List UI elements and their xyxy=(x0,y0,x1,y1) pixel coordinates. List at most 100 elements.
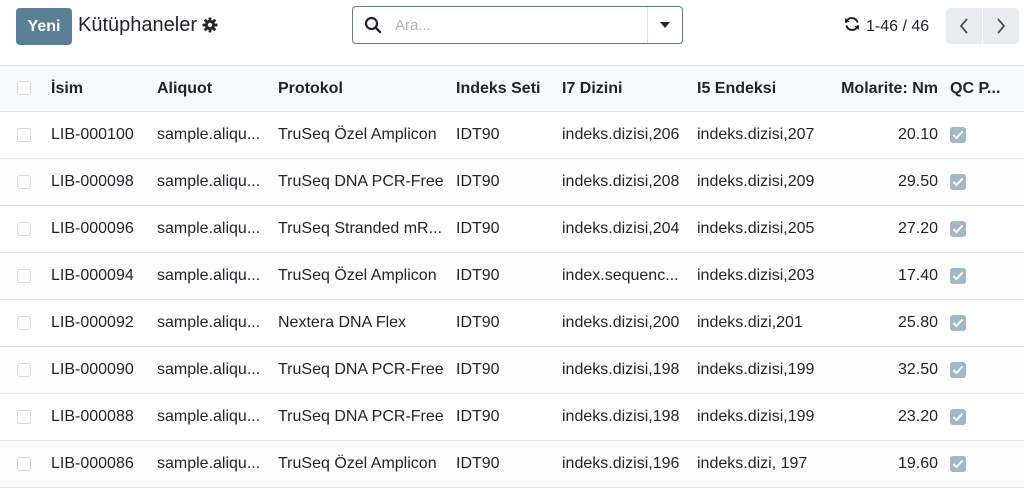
name-cell: LIB-000098 xyxy=(51,173,134,190)
protocol-cell: TruSeq Özel Amplicon xyxy=(278,455,437,472)
row-select-cell xyxy=(0,347,51,394)
aliquot-cell: sample.aliqu... xyxy=(157,314,261,331)
molarity-cell: 17.40 xyxy=(897,267,938,284)
qc-cell xyxy=(950,394,1024,441)
protocol-cell: TruSeq Stranded mR... xyxy=(278,220,442,237)
column-header-protocol[interactable]: Protokol xyxy=(278,66,456,112)
i5-cell: indeks.dizisi,207 xyxy=(697,126,815,143)
table-row[interactable]: LIB-000098 sample.aliqu... TruSeq DNA PCR-… xyxy=(0,158,1024,206)
i7-cell: indeks.dizisi,204 xyxy=(562,220,680,237)
molarity-cell: 27.20 xyxy=(897,220,938,237)
chevron-right-icon xyxy=(997,18,1006,34)
i5-cell: indeks.dizi,201 xyxy=(697,314,803,331)
row-checkbox[interactable] xyxy=(17,409,31,424)
chevron-left-icon xyxy=(959,18,968,34)
column-header-molarity[interactable]: Molarite: Nm xyxy=(829,66,950,112)
qc-checked-icon xyxy=(950,126,966,143)
i7-cell: indeks.dizisi,206 xyxy=(562,126,680,143)
search-icon xyxy=(353,7,393,43)
row-checkbox[interactable] xyxy=(17,315,31,330)
aliquot-cell: sample.aliqu... xyxy=(157,173,261,190)
row-checkbox[interactable] xyxy=(17,174,31,189)
protocol-cell: TruSeq Özel Amplicon xyxy=(278,267,437,284)
refresh-icon[interactable] xyxy=(844,16,860,37)
select-all-cell xyxy=(0,66,51,112)
molarity-cell: 20.10 xyxy=(897,126,938,143)
name-cell: LIB-000100 xyxy=(51,126,134,143)
table-header-row: İsim Aliquot Protokol Indeks Seti I7 Diz… xyxy=(0,65,1024,112)
table-row[interactable]: LIB-000088 sample.aliqu... TruSeq DNA PCR-… xyxy=(0,393,1024,441)
table-row[interactable]: LIB-000090 sample.aliqu... TruSeq DNA PCR-… xyxy=(0,346,1024,394)
search-input[interactable] xyxy=(393,9,647,41)
table-row[interactable]: LIB-000096 sample.aliqu... TruSeq Stranded… xyxy=(0,205,1024,253)
pager: 1-46 / 46 xyxy=(844,16,929,37)
index-set-cell: IDT90 xyxy=(456,361,500,378)
row-select-cell xyxy=(0,441,51,488)
i5-cell: indeks.dizi, 197 xyxy=(697,455,808,472)
row-checkbox[interactable] xyxy=(17,221,31,236)
table-row[interactable]: LIB-000094 sample.aliqu... TruSeq Özel Amp… xyxy=(0,252,1024,300)
index-set-cell: IDT90 xyxy=(456,455,500,472)
row-select-cell xyxy=(0,159,51,206)
table-row[interactable]: LIB-000100 sample.aliqu... TruSeq Özel Amp… xyxy=(0,111,1024,159)
protocol-cell: TruSeq DNA PCR-Free xyxy=(278,173,444,190)
column-header-i5[interactable]: I5 Endeksi xyxy=(697,66,829,112)
qc-checked-icon xyxy=(950,173,966,190)
i5-cell: indeks.dizisi,205 xyxy=(697,220,815,237)
i5-cell: indeks.dizisi,209 xyxy=(697,173,815,190)
qc-cell xyxy=(950,112,1024,159)
aliquot-cell: sample.aliqu... xyxy=(157,361,261,378)
molarity-cell: 29.50 xyxy=(897,173,938,190)
row-checkbox[interactable] xyxy=(17,268,31,283)
select-all-checkbox[interactable] xyxy=(17,81,31,96)
table-row[interactable]: LIB-000092 sample.aliqu... Nextera DNA Fle… xyxy=(0,299,1024,347)
index-set-cell: IDT90 xyxy=(456,408,500,425)
search-box xyxy=(352,6,683,44)
qc-cell xyxy=(950,206,1024,253)
name-cell: LIB-000094 xyxy=(51,267,134,284)
column-header-i7[interactable]: I7 Dizini xyxy=(562,66,697,112)
column-header-qc[interactable]: QC P... xyxy=(950,66,1024,112)
pager-next-button[interactable] xyxy=(983,8,1019,44)
column-header-index-set[interactable]: Indeks Seti xyxy=(456,66,562,112)
protocol-cell: TruSeq DNA PCR-Free xyxy=(278,408,444,425)
protocol-cell: TruSeq Özel Amplicon xyxy=(278,126,437,143)
qc-checked-icon xyxy=(950,455,966,472)
i7-cell: indeks.dizisi,200 xyxy=(562,314,680,331)
aliquot-cell: sample.aliqu... xyxy=(157,220,261,237)
i7-cell: indeks.dizisi,208 xyxy=(562,173,680,190)
pager-previous-button[interactable] xyxy=(946,8,982,44)
row-select-cell xyxy=(0,112,51,159)
row-checkbox[interactable] xyxy=(17,362,31,377)
row-checkbox[interactable] xyxy=(17,456,31,471)
qc-checked-icon xyxy=(950,220,966,237)
name-cell: LIB-000090 xyxy=(51,361,134,378)
index-set-cell: IDT90 xyxy=(456,126,500,143)
qc-cell xyxy=(950,253,1024,300)
control-panel: Yeni Kütüphaneler Ara... 1-46 / 46 xyxy=(0,0,1024,52)
row-select-cell xyxy=(0,300,51,347)
aliquot-cell: sample.aliqu... xyxy=(157,455,261,472)
column-header-aliquot[interactable]: Aliquot xyxy=(157,66,278,112)
index-set-cell: IDT90 xyxy=(456,267,500,284)
column-header-name[interactable]: İsim xyxy=(51,66,157,112)
index-set-cell: IDT90 xyxy=(456,314,500,331)
gear-icon[interactable] xyxy=(202,17,218,33)
new-button[interactable]: Yeni xyxy=(16,8,72,45)
row-checkbox[interactable] xyxy=(17,127,31,142)
i5-cell: indeks.dizisi,199 xyxy=(697,361,815,378)
row-select-cell xyxy=(0,253,51,300)
name-cell: LIB-000092 xyxy=(51,314,134,331)
page-title: Kütüphaneler xyxy=(78,14,197,36)
aliquot-cell: sample.aliqu... xyxy=(157,408,261,425)
qc-checked-icon xyxy=(950,408,966,425)
aliquot-cell: sample.aliqu... xyxy=(157,126,261,143)
name-cell: LIB-000096 xyxy=(51,220,134,237)
pager-value[interactable]: 1-46 / 46 xyxy=(866,18,929,36)
table-row[interactable]: LIB-000086 sample.aliqu... TruSeq Özel Amp… xyxy=(0,440,1024,488)
i7-cell: indeks.dizisi,198 xyxy=(562,361,680,378)
pager-buttons xyxy=(946,8,1019,44)
i7-cell: indeks.dizisi,198 xyxy=(562,408,680,425)
row-select-cell xyxy=(0,394,51,441)
search-options-toggle[interactable] xyxy=(647,7,682,43)
